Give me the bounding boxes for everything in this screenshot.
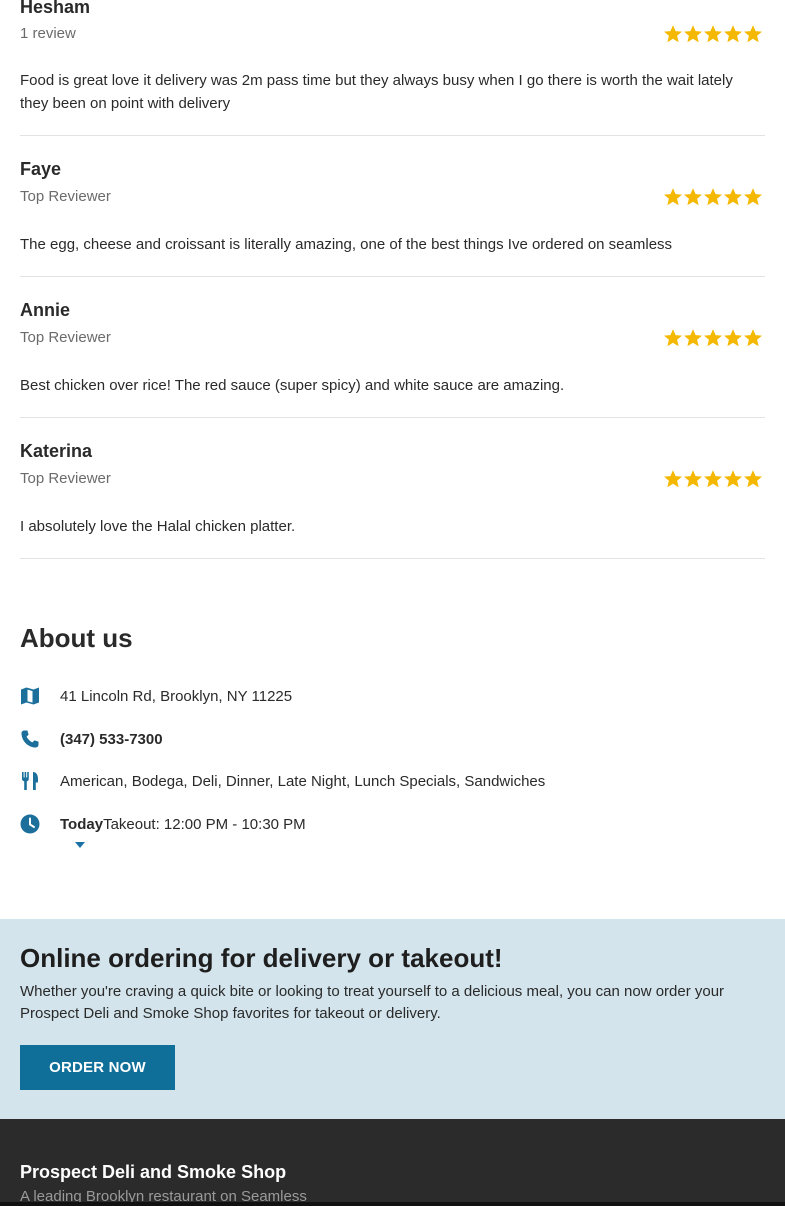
clock-icon [20, 814, 40, 834]
review-text: The egg, cheese and croissant is literal… [20, 236, 673, 253]
footer-restaurant-name: Prospect Deli and Smoke Shop [20, 1162, 287, 1182]
star-rating [663, 24, 763, 44]
site-footer: Prospect Deli and Smoke Shop A leading B… [0, 1119, 785, 1206]
phone-row: (347) 533-7300 [20, 729, 163, 749]
star-icon [684, 329, 702, 347]
reviewer-meta: 1 review [20, 25, 76, 42]
hours-day: Today [60, 815, 104, 833]
hours-expand-toggle[interactable] [75, 842, 85, 848]
map-icon [20, 686, 40, 706]
review-card: Annie Top Reviewer Best chicken over ric… [20, 277, 765, 418]
star-icon [704, 470, 722, 488]
reviewer-meta: Top Reviewer [20, 188, 111, 205]
star-icon [704, 25, 722, 43]
star-icon [744, 188, 762, 206]
promo-title: Online ordering for delivery or takeout! [20, 943, 503, 973]
reviewer-name: Katerina [20, 441, 93, 461]
address-row: 41 Lincoln Rd, Brooklyn, NY 11225 [20, 686, 292, 706]
hours-row: Today Takeout: 12:00 PM - 10:30 PM [20, 814, 306, 834]
star-icon [684, 188, 702, 206]
star-icon [744, 329, 762, 347]
star-icon [724, 25, 742, 43]
review-text: Best chicken over rice! The red sauce (s… [20, 377, 565, 394]
review-text: Food is great love it delivery was 2m pa… [20, 72, 733, 112]
star-icon [704, 329, 722, 347]
reviewer-meta: Top Reviewer [20, 329, 111, 346]
star-icon [724, 470, 742, 488]
cuisine-row: American, Bodega, Deli, Dinner, Late Nig… [20, 771, 545, 791]
reviewer-name: Hesham [20, 0, 91, 17]
star-icon [664, 25, 682, 43]
star-rating [663, 187, 763, 207]
reviewer-name: Faye [20, 159, 62, 179]
review-card: Faye Top Reviewer The egg, cheese and cr… [20, 136, 765, 277]
restaurant-page: Hesham 1 review Food is great love it de… [0, 0, 785, 1206]
star-icon [684, 25, 702, 43]
star-icon [664, 329, 682, 347]
star-rating [663, 469, 763, 489]
review-text: I absolutely love the Halal chicken plat… [20, 518, 296, 535]
about-title: About us [20, 623, 133, 653]
address-text: 41 Lincoln Rd, Brooklyn, NY 11225 [60, 687, 293, 705]
promo-body: Whether you're craving a quick bite or l… [20, 983, 725, 1022]
star-icon [724, 188, 742, 206]
star-icon [704, 188, 722, 206]
star-icon [744, 470, 762, 488]
ordering-promo: Online ordering for delivery or takeout!… [0, 919, 785, 1119]
review-card: Hesham 1 review Food is great love it de… [20, 0, 765, 136]
star-icon [724, 329, 742, 347]
utensils-icon [20, 771, 40, 791]
bottom-bar [0, 1202, 785, 1206]
star-icon [744, 25, 762, 43]
order-now-button[interactable]: ORDER NOW [20, 1045, 175, 1090]
star-rating [663, 328, 763, 348]
hours-text: Takeout: 12:00 PM - 10:30 PM [103, 815, 306, 833]
reviews-list: Hesham 1 review Food is great love it de… [0, 0, 785, 559]
about-section: About us [20, 620, 765, 656]
star-icon [664, 188, 682, 206]
phone-icon [20, 729, 40, 749]
phone-link[interactable]: (347) 533-7300 [60, 731, 163, 748]
reviewer-name: Annie [20, 300, 71, 320]
reviewer-meta: Top Reviewer [20, 470, 111, 487]
star-icon [664, 470, 682, 488]
cuisine-text: American, Bodega, Deli, Dinner, Late Nig… [60, 772, 546, 790]
review-card: Katerina Top Reviewer I absolutely love … [20, 418, 765, 559]
star-icon [684, 470, 702, 488]
